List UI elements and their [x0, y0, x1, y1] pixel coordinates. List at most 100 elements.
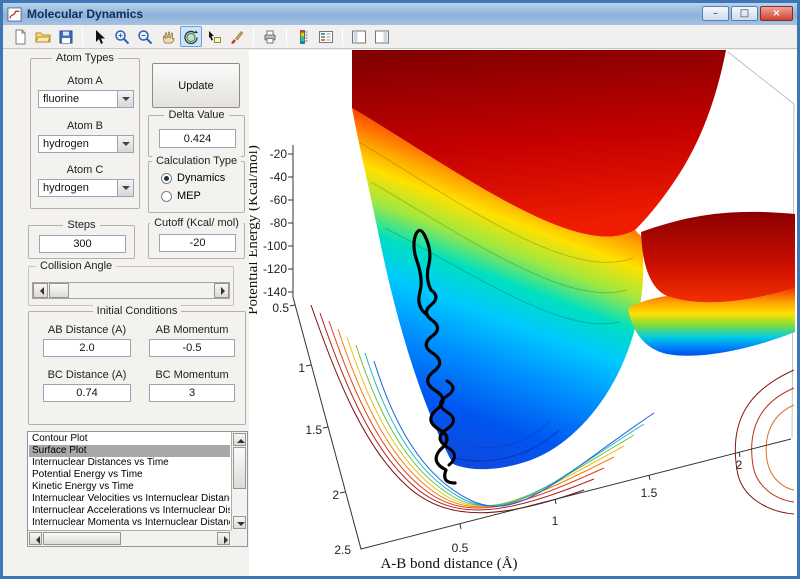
atom-a-value: fluorine [43, 93, 80, 105]
svg-text:2.5: 2.5 [334, 543, 351, 557]
cutoff-field[interactable] [159, 234, 236, 252]
ab-distance-field[interactable] [43, 339, 131, 357]
scroll-up-arrow[interactable] [233, 433, 246, 446]
atom-a-dropdown[interactable]: fluorine [38, 90, 134, 108]
svg-text:1: 1 [552, 514, 559, 528]
radio-dynamics[interactable]: Dynamics [161, 172, 225, 184]
atom-b-dropdown[interactable]: hydrogen [38, 135, 134, 153]
slider-thumb[interactable] [49, 283, 69, 298]
brush-icon [231, 30, 244, 44]
svg-text:-140: -140 [263, 285, 287, 299]
slider-right-arrow[interactable] [214, 283, 229, 298]
cutoff-title: Cutoff (Kcal/ mol) [150, 217, 243, 229]
initial-conditions-panel: Initial Conditions AB Distance (A) AB Mo… [28, 305, 246, 425]
show-plot-tools-button[interactable] [371, 26, 393, 47]
app-window: Molecular Dynamics – □ × -20 -40 -60 -80… [0, 0, 800, 579]
rotate-3d-button[interactable] [180, 26, 202, 47]
list-item[interactable]: Contour Plot [29, 433, 230, 445]
y-axis-label: Potential Energy (Kcal/mol) [249, 145, 261, 315]
collision-angle-slider[interactable] [32, 282, 230, 299]
pes-3d-surface-plot[interactable]: -20 -40 -60 -80 -100 -120 -140 0.5 1 1.5… [245, 50, 797, 578]
vscroll-thumb[interactable] [233, 447, 246, 489]
zoom-in-icon [115, 29, 130, 44]
plot-tools-show-icon [375, 30, 389, 43]
data-cursor-icon [209, 30, 221, 43]
dropdown-arrow-icon[interactable] [117, 91, 133, 107]
steps-title: Steps [63, 219, 100, 231]
plot-type-listbox[interactable]: Contour Plot Surface Plot Internuclear D… [27, 431, 248, 547]
ab-axis-tick-labels: 0.5 1 1.5 2 2.5 [272, 301, 351, 557]
hscroll-thumb[interactable] [43, 532, 121, 545]
cutoff-panel: Cutoff (Kcal/ mol) [148, 217, 245, 259]
atom-c-dropdown[interactable]: hydrogen [38, 179, 134, 197]
brush-tool-button[interactable] [226, 26, 248, 47]
svg-text:2: 2 [332, 488, 339, 502]
ab-momentum-label: AB Momentum [155, 324, 229, 336]
scroll-right-arrow[interactable] [217, 532, 230, 545]
close-button[interactable]: × [760, 6, 793, 21]
scroll-left-arrow[interactable] [29, 532, 42, 545]
zoom-out-icon [138, 29, 153, 44]
open-file-button[interactable] [32, 26, 54, 47]
zoom-out-button[interactable] [134, 26, 156, 47]
save-icon [59, 30, 73, 43]
collision-angle-panel: Collision Angle [28, 260, 234, 306]
rotate-3d-icon [184, 29, 199, 44]
zoom-in-button[interactable] [111, 26, 133, 47]
radio-dynamics-label: Dynamics [177, 172, 226, 184]
plot-area: -20 -40 -60 -80 -100 -120 -140 0.5 1 1.5… [245, 50, 797, 578]
atom-a-label: Atom A [67, 75, 103, 87]
bc-momentum-field[interactable] [149, 384, 235, 402]
atom-types-panel: Atom Types Atom A fluorine Atom B hydrog… [30, 52, 140, 209]
bc-distance-field[interactable] [43, 384, 131, 402]
initial-conditions-title: Initial Conditions [92, 305, 182, 317]
list-item[interactable]: Kinetic Energy vs Time [29, 481, 230, 493]
svg-text:-100: -100 [263, 239, 287, 253]
insert-colorbar-button[interactable] [292, 26, 314, 47]
delta-value-field[interactable] [159, 129, 236, 148]
print-button[interactable] [259, 26, 281, 47]
svg-text:-60: -60 [270, 193, 288, 207]
update-button[interactable]: Update [152, 63, 240, 108]
list-vertical-scrollbar[interactable] [231, 432, 247, 530]
data-cursor-button[interactable] [203, 26, 225, 47]
colorbar-icon [300, 29, 308, 44]
open-folder-icon [35, 32, 51, 42]
list-item[interactable]: Internuclear Momenta vs Internuclear Dis… [29, 517, 230, 529]
radio-dot-icon [161, 190, 172, 202]
svg-text:1: 1 [298, 361, 305, 375]
steps-panel: Steps [28, 219, 135, 259]
list-item[interactable]: Internuclear Distances vs Time [29, 457, 230, 469]
minimize-button[interactable]: – [702, 6, 729, 21]
list-item[interactable]: Potential Energy vs Time [29, 469, 230, 481]
slider-left-arrow[interactable] [33, 283, 48, 298]
ab-momentum-field[interactable] [149, 339, 235, 357]
legend-icon [319, 30, 333, 43]
list-horizontal-scrollbar[interactable] [28, 530, 231, 546]
insert-legend-button[interactable] [315, 26, 337, 47]
scroll-down-arrow[interactable] [233, 516, 246, 529]
new-figure-button[interactable] [9, 26, 31, 47]
list-item-selected[interactable]: Surface Plot [29, 445, 230, 457]
list-item[interactable]: Internuclear Velocities vs Internuclear … [29, 493, 230, 505]
radio-mep[interactable]: MEP [161, 190, 201, 202]
bc-momentum-label: BC Momentum [155, 369, 229, 381]
save-button[interactable] [55, 26, 77, 47]
radio-mep-label: MEP [177, 190, 201, 202]
title-bar[interactable]: Molecular Dynamics – □ × [3, 3, 797, 25]
window-title: Molecular Dynamics [27, 7, 144, 21]
pan-hand-icon [162, 31, 175, 43]
dropdown-arrow-icon[interactable] [117, 136, 133, 152]
figure-toolbar [3, 25, 797, 49]
new-file-icon [15, 29, 26, 44]
maximize-button[interactable]: □ [731, 6, 758, 21]
atom-b-label: Atom B [66, 120, 104, 132]
bc-distance-label: BC Distance (A) [47, 369, 127, 381]
hide-plot-tools-button[interactable] [348, 26, 370, 47]
steps-field[interactable] [39, 235, 126, 253]
pointer-tool-button[interactable] [88, 26, 110, 47]
list-item[interactable]: Internuclear Accelerations vs Internucle… [29, 505, 230, 517]
pan-tool-button[interactable] [157, 26, 179, 47]
calculation-type-panel: Calculation Type Dynamics MEP [148, 155, 245, 213]
dropdown-arrow-icon[interactable] [117, 180, 133, 196]
